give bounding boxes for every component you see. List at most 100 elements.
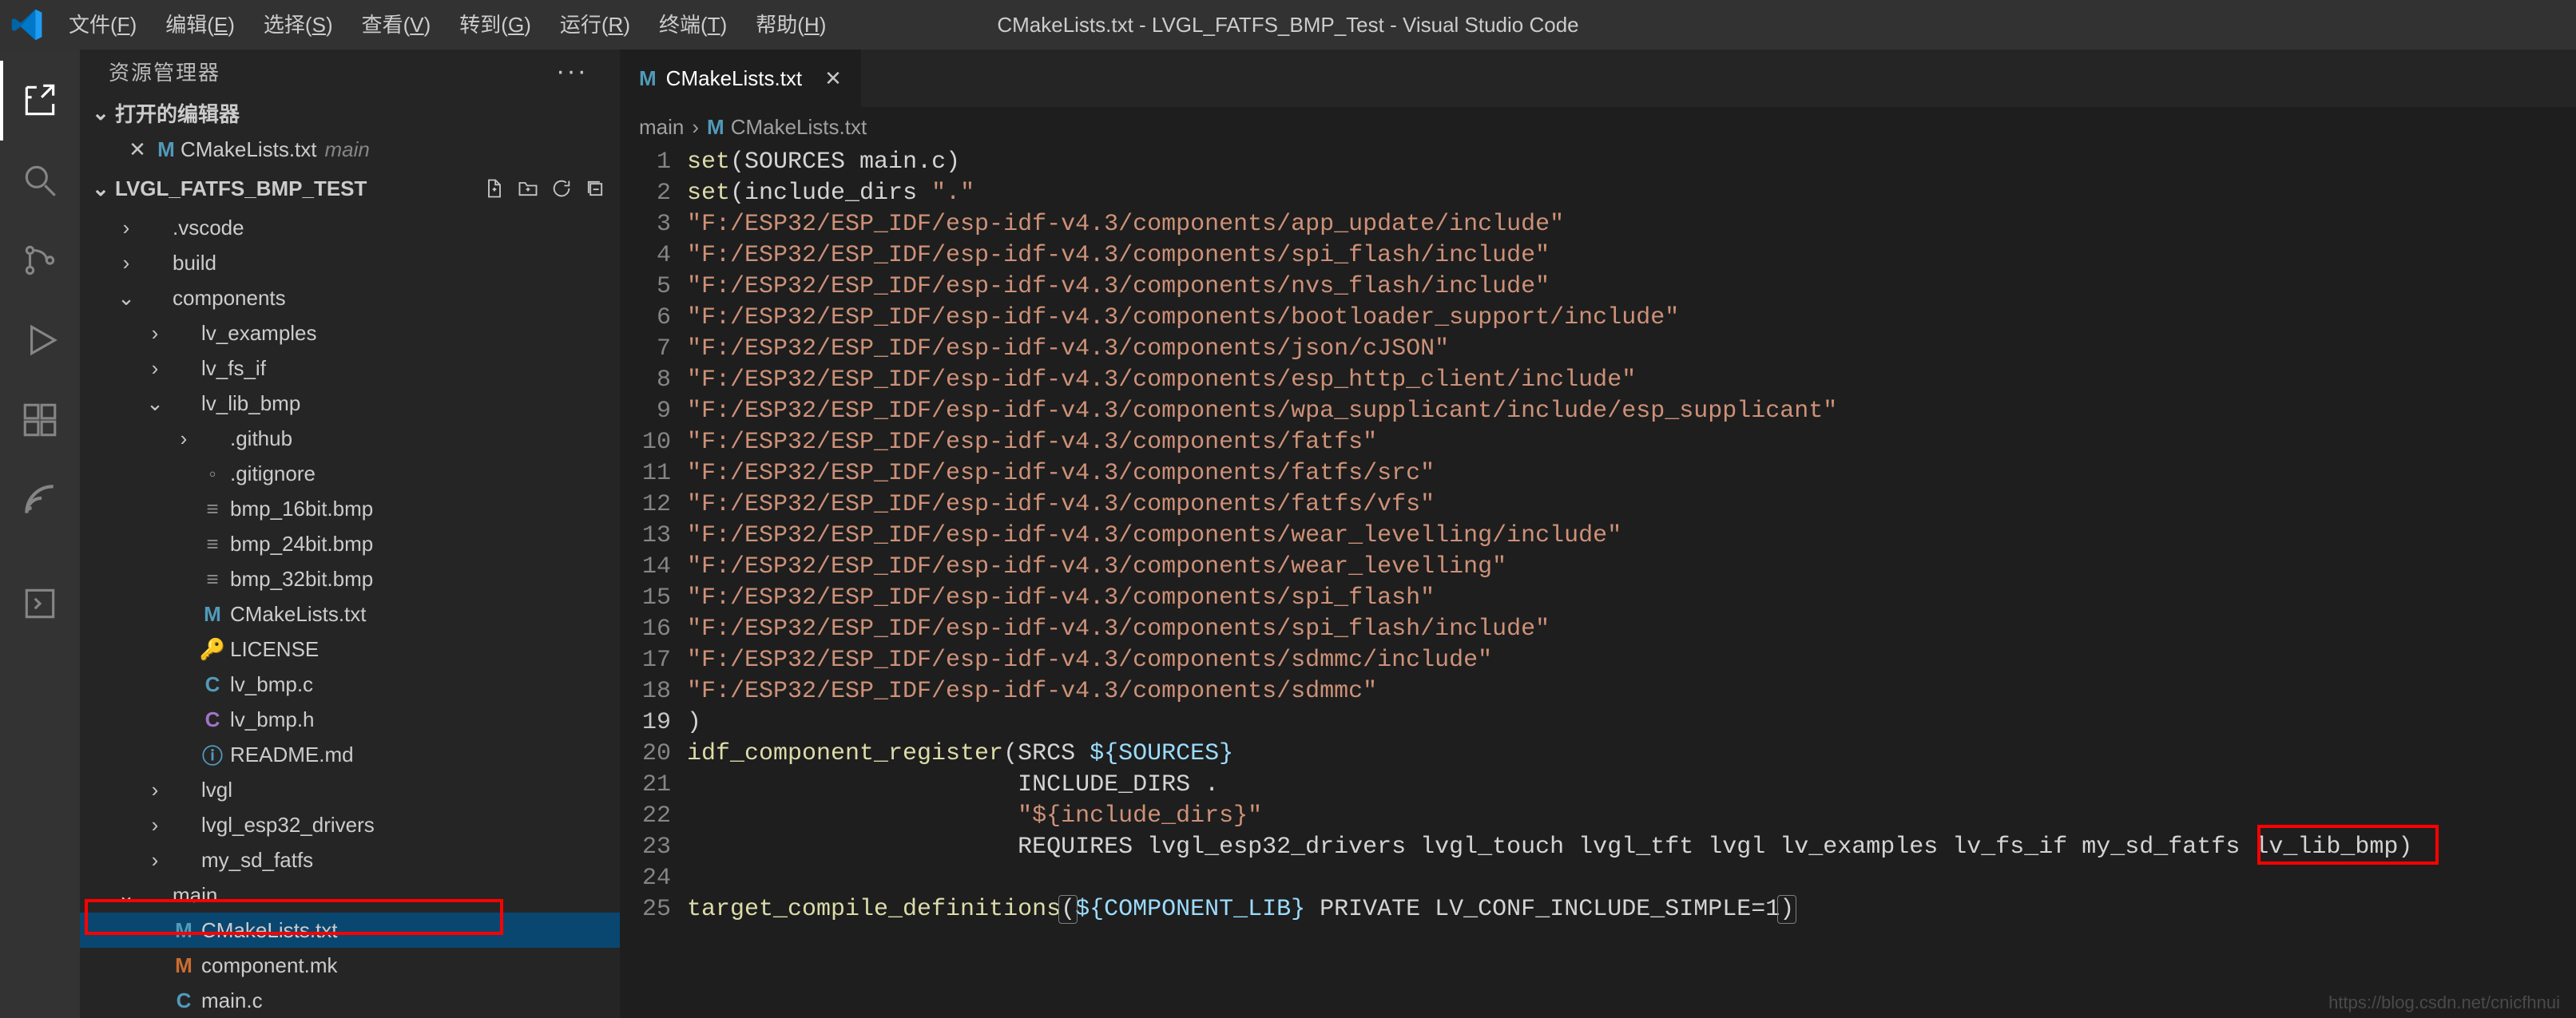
tree-item-label: .vscode bbox=[169, 216, 244, 240]
file-icon: ⓘ bbox=[198, 740, 227, 770]
code-line[interactable]: "F:/ESP32/ESP_IDF/esp-idf-v4.3/component… bbox=[687, 240, 2576, 271]
twisty-icon: ⌄ bbox=[112, 883, 141, 908]
code-line[interactable]: "F:/ESP32/ESP_IDF/esp-idf-v4.3/component… bbox=[687, 303, 2576, 334]
close-icon[interactable]: ✕ bbox=[824, 66, 842, 91]
refresh-icon[interactable] bbox=[545, 172, 578, 205]
code-line[interactable]: "F:/ESP32/ESP_IDF/esp-idf-v4.3/component… bbox=[687, 489, 2576, 521]
tree-item-label: main bbox=[169, 883, 217, 908]
tree-item[interactable]: ≡bmp_24bit.bmp bbox=[80, 526, 620, 561]
tree-item-label: bmp_24bit.bmp bbox=[227, 532, 373, 557]
tree-item[interactable]: ≡bmp_16bit.bmp bbox=[80, 491, 620, 526]
activity-bar bbox=[0, 50, 80, 1018]
tree-item-label: component.mk bbox=[198, 953, 338, 978]
tree-item[interactable]: ›.vscode bbox=[80, 210, 620, 245]
sidebar-more-icon[interactable]: ··· bbox=[556, 56, 588, 87]
code-line[interactable]: "F:/ESP32/ESP_IDF/esp-idf-v4.3/component… bbox=[687, 583, 2576, 614]
tree-item[interactable]: MCMakeLists.txt bbox=[80, 596, 620, 632]
activity-search[interactable] bbox=[0, 141, 80, 220]
tree-item[interactable]: ›.github bbox=[80, 421, 620, 456]
activity-scm[interactable] bbox=[0, 220, 80, 300]
close-icon[interactable]: ✕ bbox=[123, 137, 152, 162]
code-line[interactable]: "F:/ESP32/ESP_IDF/esp-idf-v4.3/component… bbox=[687, 209, 2576, 240]
code-line[interactable]: "F:/ESP32/ESP_IDF/esp-idf-v4.3/component… bbox=[687, 552, 2576, 583]
tree-item[interactable]: 🔑LICENSE bbox=[80, 632, 620, 667]
code-line[interactable]: set(SOURCES main.c) bbox=[687, 147, 2576, 178]
project-header[interactable]: ⌄ LVGL_FATFS_BMP_TEST bbox=[80, 167, 620, 210]
open-editor-item[interactable]: ✕M CMakeLists.txtmain bbox=[80, 133, 620, 167]
tab-file-icon: M bbox=[639, 66, 657, 91]
tree-item-label: build bbox=[169, 251, 216, 275]
project-label: LVGL_FATFS_BMP_TEST bbox=[115, 176, 367, 201]
menu-t[interactable]: 终端(T) bbox=[645, 0, 741, 50]
code-line[interactable]: REQUIRES lvgl_esp32_drivers lvgl_touch l… bbox=[687, 832, 2576, 863]
code-line[interactable]: INCLUDE_DIRS . bbox=[687, 770, 2576, 801]
activity-espressif[interactable] bbox=[0, 460, 80, 540]
code-line[interactable]: idf_component_register(SRCS ${SOURCES} bbox=[687, 739, 2576, 770]
code-line[interactable]: "F:/ESP32/ESP_IDF/esp-idf-v4.3/component… bbox=[687, 676, 2576, 707]
activity-extensions[interactable] bbox=[0, 380, 80, 460]
breadcrumb-file-icon: M bbox=[707, 115, 724, 140]
tree-item[interactable]: Clv_bmp.h bbox=[80, 702, 620, 737]
tree-item[interactable]: Cmain.c bbox=[80, 983, 620, 1018]
titlebar: 文件(F)编辑(E)选择(S)查看(V)转到(G)运行(R)终端(T)帮助(H)… bbox=[0, 0, 2576, 50]
tree-item[interactable]: ⓘREADME.md bbox=[80, 737, 620, 772]
twisty-icon: › bbox=[141, 848, 169, 873]
tree-item[interactable]: ⌄ main bbox=[80, 877, 620, 913]
menu-g[interactable]: 转到(G) bbox=[445, 0, 546, 50]
code-line[interactable]: "F:/ESP32/ESP_IDF/esp-idf-v4.3/component… bbox=[687, 458, 2576, 489]
tree-item[interactable]: ›lv_fs_if bbox=[80, 351, 620, 386]
breadcrumbs[interactable]: main › M CMakeLists.txt bbox=[620, 107, 2576, 147]
menu-v[interactable]: 查看(V) bbox=[347, 0, 446, 50]
tree-item[interactable]: MCMakeLists.txt bbox=[80, 913, 620, 948]
twisty-icon: › bbox=[141, 321, 169, 346]
tab-cmakelists[interactable]: M CMakeLists.txt ✕ bbox=[620, 50, 861, 107]
collapse-all-icon[interactable] bbox=[578, 172, 612, 205]
tree-item[interactable]: ◦.gitignore bbox=[80, 456, 620, 491]
open-editors-header[interactable]: ⌄ 打开的编辑器 bbox=[80, 93, 620, 133]
tree-item[interactable]: ›lvgl_esp32_drivers bbox=[80, 807, 620, 842]
code-line[interactable]: "${include_dirs}" bbox=[687, 801, 2576, 832]
menu-s[interactable]: 选择(S) bbox=[249, 0, 347, 50]
code-line[interactable] bbox=[687, 863, 2576, 894]
tree-item[interactable]: Mcomponent.mk bbox=[80, 948, 620, 983]
menu-h[interactable]: 帮助(H) bbox=[741, 0, 840, 50]
tree-item[interactable]: ≡bmp_32bit.bmp bbox=[80, 561, 620, 596]
tree-item[interactable]: ›lvgl bbox=[80, 772, 620, 807]
tree-item-label: lv_examples bbox=[198, 321, 317, 346]
twisty-icon: › bbox=[169, 426, 198, 451]
tree-item-label: lv_lib_bmp bbox=[198, 391, 300, 416]
new-folder-icon[interactable] bbox=[511, 172, 545, 205]
activity-explorer[interactable] bbox=[0, 61, 80, 141]
code-line[interactable]: set(include_dirs "." bbox=[687, 178, 2576, 209]
code-line[interactable]: ) bbox=[687, 707, 2576, 739]
breadcrumb-segment[interactable]: CMakeLists.txt bbox=[731, 115, 867, 140]
menu-e[interactable]: 编辑(E) bbox=[151, 0, 249, 50]
code-editor[interactable]: set(SOURCES main.c)set(include_dirs ".""… bbox=[687, 147, 2576, 1018]
tree-item[interactable]: Clv_bmp.c bbox=[80, 667, 620, 702]
code-line[interactable]: "F:/ESP32/ESP_IDF/esp-idf-v4.3/component… bbox=[687, 614, 2576, 645]
twisty-icon: › bbox=[112, 251, 141, 275]
breadcrumb-segment[interactable]: main bbox=[639, 115, 684, 140]
file-icon: C bbox=[169, 988, 198, 1013]
activity-other[interactable] bbox=[0, 564, 80, 644]
tree-item[interactable]: ⌄lv_lib_bmp bbox=[80, 386, 620, 421]
code-line[interactable]: "F:/ESP32/ESP_IDF/esp-idf-v4.3/component… bbox=[687, 271, 2576, 303]
tree-item[interactable]: ⌄components bbox=[80, 280, 620, 315]
code-line[interactable]: "F:/ESP32/ESP_IDF/esp-idf-v4.3/component… bbox=[687, 645, 2576, 676]
code-line[interactable]: "F:/ESP32/ESP_IDF/esp-idf-v4.3/component… bbox=[687, 427, 2576, 458]
tree-item[interactable]: ›my_sd_fatfs bbox=[80, 842, 620, 877]
menu-f[interactable]: 文件(F) bbox=[54, 0, 151, 50]
new-file-icon[interactable] bbox=[478, 172, 511, 205]
code-line[interactable]: "F:/ESP32/ESP_IDF/esp-idf-v4.3/component… bbox=[687, 396, 2576, 427]
tree-item-label: CMakeLists.txt bbox=[227, 602, 367, 627]
code-line[interactable]: "F:/ESP32/ESP_IDF/esp-idf-v4.3/component… bbox=[687, 365, 2576, 396]
code-line[interactable]: "F:/ESP32/ESP_IDF/esp-idf-v4.3/component… bbox=[687, 334, 2576, 365]
tree-item-label: lvgl_esp32_drivers bbox=[198, 813, 375, 838]
code-line[interactable]: "F:/ESP32/ESP_IDF/esp-idf-v4.3/component… bbox=[687, 521, 2576, 552]
tree-item[interactable]: › lv_examples bbox=[80, 315, 620, 351]
tree-item[interactable]: › build bbox=[80, 245, 620, 280]
activity-debug[interactable] bbox=[0, 300, 80, 380]
file-icon: C bbox=[198, 672, 227, 697]
menu-r[interactable]: 运行(R) bbox=[546, 0, 645, 50]
code-line[interactable]: target_compile_definitions(${COMPONENT_L… bbox=[687, 894, 2576, 925]
